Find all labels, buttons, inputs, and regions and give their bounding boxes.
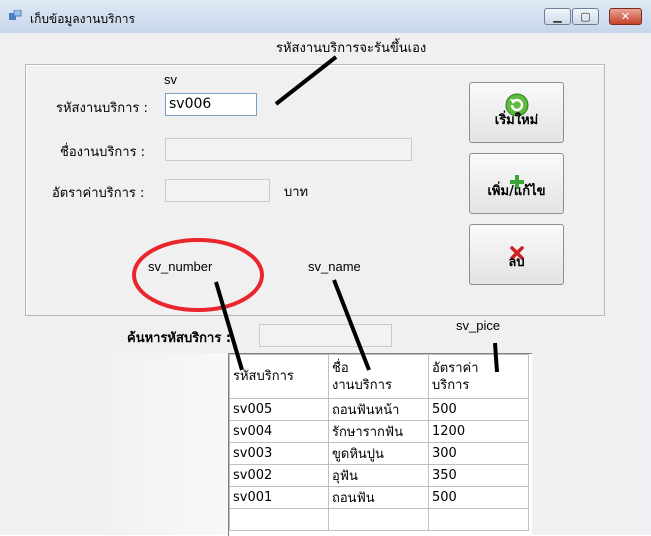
annotation-red-circle <box>132 238 264 312</box>
annotation-line-auto <box>274 55 338 106</box>
app-window: เก็บข้อมูลงานบริการ ▁ ▢ ✕ รหัสงานบริการจ… <box>0 0 651 536</box>
annotation-line-name <box>332 279 371 371</box>
annotation-line-pice <box>493 342 499 373</box>
annotation-line-number <box>214 281 244 371</box>
annotation-overlay <box>132 55 499 373</box>
